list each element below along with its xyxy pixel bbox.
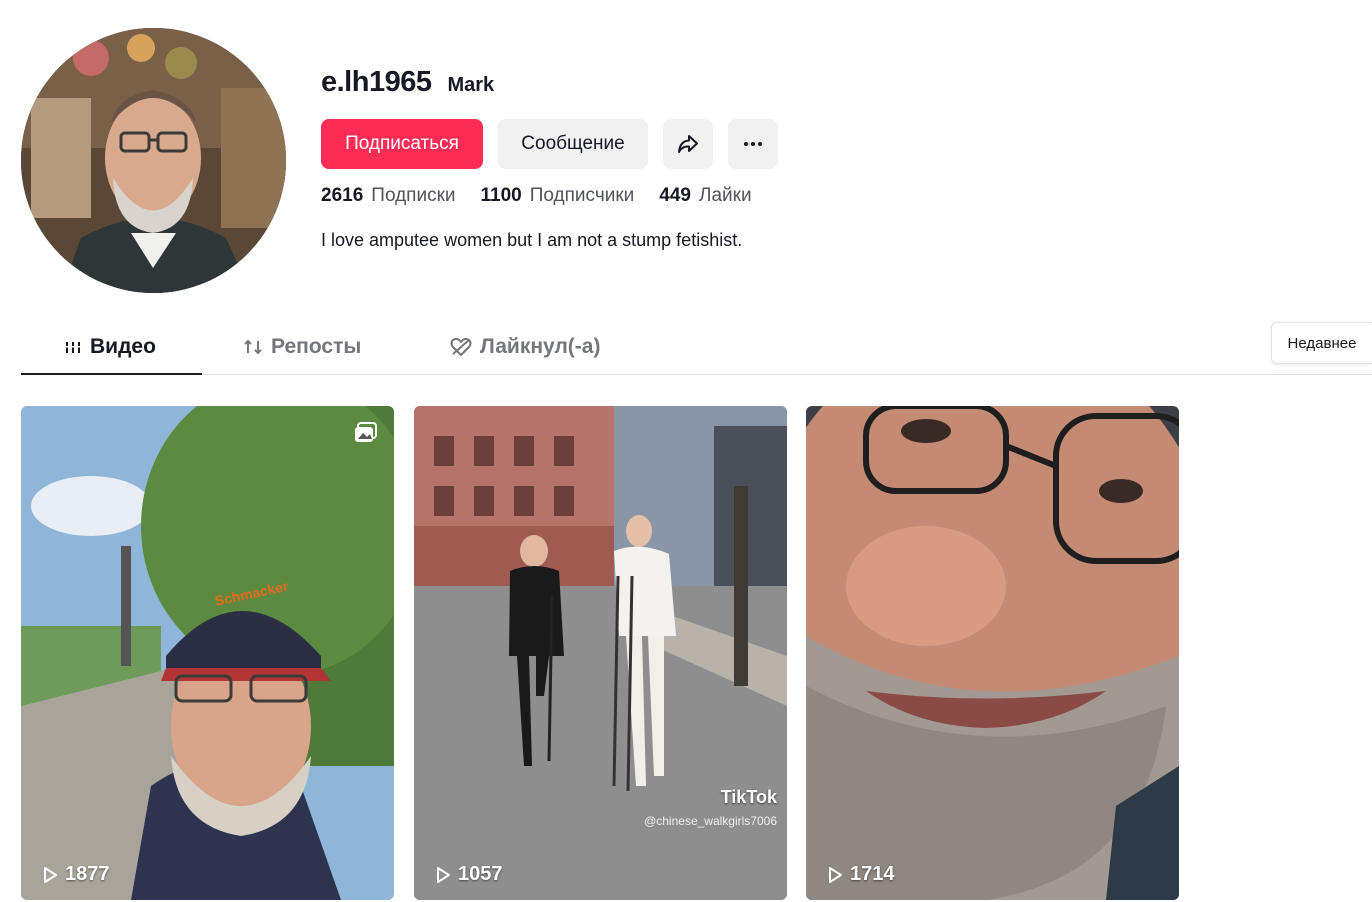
view-count-value: 1714 — [850, 863, 895, 885]
share-button[interactable] — [663, 119, 713, 169]
repost-icon — [244, 339, 262, 354]
tab-videos[interactable]: Видео — [64, 320, 156, 373]
share-icon — [678, 135, 698, 153]
profile-tabs: Видео Репосты Лайкнул(-а) — [21, 320, 1372, 375]
stat-value: 2616 — [321, 185, 364, 206]
profile-avatar[interactable] — [21, 28, 286, 293]
username-row: e.lh1965 Mark — [321, 66, 494, 99]
tab-label: Репосты — [271, 334, 362, 358]
stat-label: Подписчики — [529, 185, 635, 206]
stat-value: 1100 — [480, 185, 522, 206]
tab-label: Лайкнул(-а) — [480, 334, 601, 358]
liked-heart-icon — [450, 337, 472, 356]
watermark-handle: @chinese_walkgirls7006 — [644, 814, 777, 828]
stat-likes: 449 Лайки — [659, 185, 751, 207]
message-button[interactable]: Сообщение — [498, 119, 648, 169]
profile-stats: 2616 Подписки 1100 Подписчики 449 Лайки — [321, 185, 752, 207]
tab-liked[interactable]: Лайкнул(-а) — [450, 320, 600, 373]
avatar-image — [21, 28, 286, 293]
play-icon — [44, 866, 57, 883]
stat-value: 449 — [659, 185, 691, 206]
view-count: 1057 — [434, 863, 503, 886]
video-thumbnail — [806, 406, 1179, 900]
profile-nickname: Mark — [447, 74, 495, 96]
profile-username: e.lh1965 — [321, 66, 432, 98]
tiktok-watermark: TikTok @chinese_walkgirls7006 — [644, 787, 777, 828]
more-icon — [744, 142, 762, 146]
view-count: 1714 — [826, 863, 895, 886]
view-count-value: 1877 — [65, 863, 110, 885]
stat-label: Подписки — [371, 185, 456, 206]
stat-following[interactable]: 2616 Подписки — [321, 185, 456, 207]
photo-mode-icon — [354, 422, 378, 449]
video-card[interactable]: Schmacker 1877 — [21, 406, 394, 900]
sort-recent-button[interactable]: Недавнее — [1271, 322, 1372, 364]
tab-label: Видео — [90, 334, 156, 358]
play-icon — [437, 866, 450, 883]
video-card[interactable]: TikTok @chinese_walkgirls7006 1057 — [414, 406, 787, 900]
stat-label: Лайки — [698, 185, 752, 206]
view-count: 1877 — [41, 863, 110, 886]
tab-reposts[interactable]: Репосты — [243, 320, 361, 373]
more-options-button[interactable] — [728, 119, 778, 169]
watermark-logo: TikTok — [720, 787, 777, 807]
profile-actions: Подписаться Сообщение — [321, 119, 778, 169]
video-card[interactable]: 1714 — [806, 406, 1179, 900]
active-tab-indicator — [21, 373, 202, 375]
grid-icon — [64, 339, 82, 353]
profile-bio: I love amputee women but I am not a stum… — [321, 230, 743, 250]
stat-followers[interactable]: 1100 Подписчики — [481, 185, 635, 207]
video-thumbnail: Schmacker — [21, 406, 394, 900]
follow-button[interactable]: Подписаться — [321, 119, 483, 169]
play-icon — [829, 866, 842, 883]
view-count-value: 1057 — [458, 863, 503, 885]
